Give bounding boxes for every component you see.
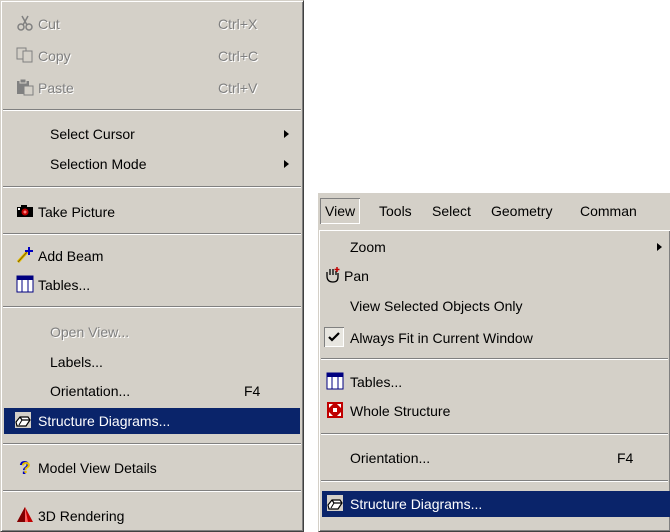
- whole-structure-label: Whole Structure: [350, 403, 451, 419]
- scissors-icon: [17, 15, 33, 31]
- select-cursor-menu-item[interactable]: Select Cursor: [4, 121, 300, 147]
- always-fit-menu-item[interactable]: Always Fit in Current Window: [322, 325, 667, 351]
- tables-view-menu-item[interactable]: Tables...: [322, 369, 667, 395]
- view-selected-only-menu-item[interactable]: View Selected Objects Only: [322, 293, 667, 319]
- labels-menu-item[interactable]: Labels...: [4, 349, 300, 375]
- pan-label: Pan: [344, 268, 369, 284]
- separator: [321, 480, 668, 482]
- orientation-view-menu-item[interactable]: Orientation... F4: [322, 445, 667, 471]
- separator: [3, 490, 301, 492]
- structure-diagram-icon: [15, 412, 31, 428]
- add-beam-menu-item[interactable]: Add Beam: [4, 243, 300, 269]
- separator: [3, 306, 301, 308]
- separator: [3, 443, 301, 445]
- submenu-arrow-icon: [284, 160, 289, 168]
- submenu-arrow-icon: [657, 243, 662, 251]
- menubar-geometry[interactable]: Geometry: [486, 198, 557, 224]
- camera-icon: [17, 205, 33, 217]
- view-selected-only-label: View Selected Objects Only: [350, 298, 523, 314]
- pan-hand-icon: [326, 267, 340, 283]
- structure-diagrams-view-menu-item[interactable]: Structure Diagrams...: [322, 491, 670, 517]
- orientation-shortcut: F4: [244, 383, 261, 399]
- menubar-select[interactable]: Select: [427, 198, 476, 224]
- open-view-menu-item: Open View...: [4, 319, 300, 345]
- help-icon: ? ?: [19, 458, 31, 476]
- tables-menu-item[interactable]: Tables...: [4, 272, 300, 298]
- orientation-view-label: Orientation...: [350, 450, 431, 466]
- cone-icon: [17, 507, 33, 522]
- orientation-view-shortcut: F4: [617, 450, 634, 466]
- copy-icon: [16, 47, 33, 63]
- table-icon: [16, 275, 34, 293]
- selection-mode-label: Selection Mode: [50, 156, 147, 172]
- always-fit-label: Always Fit in Current Window: [350, 330, 533, 346]
- selection-mode-menu-item[interactable]: Selection Mode: [4, 151, 300, 177]
- open-view-label: Open View...: [50, 324, 130, 340]
- zoom-label: Zoom: [350, 239, 386, 255]
- whole-structure-icon: [327, 402, 343, 418]
- model-view-details-label: Model View Details: [38, 460, 157, 476]
- copy-menu-item: Copy Ctrl+C: [4, 43, 300, 69]
- paste-shortcut: Ctrl+V: [218, 80, 258, 96]
- svg-text:?: ?: [21, 460, 31, 476]
- add-beam-label: Add Beam: [38, 248, 104, 264]
- add-beam-icon: [16, 247, 33, 264]
- checkmark-icon: [324, 327, 344, 347]
- labels-label: Labels...: [50, 354, 103, 370]
- submenu-arrow-icon: [284, 130, 289, 138]
- separator: [3, 186, 301, 188]
- paste-label: Paste: [38, 80, 74, 96]
- separator: [3, 109, 301, 111]
- paste-icon: [17, 78, 34, 96]
- tables-label: Tables...: [38, 277, 91, 293]
- separator: [3, 233, 301, 235]
- zoom-menu-item[interactable]: Zoom: [322, 234, 667, 260]
- context-menu: Cut Ctrl+X Copy Ctrl+C Paste Ctrl+V Sele…: [0, 0, 304, 532]
- cut-shortcut: Ctrl+X: [218, 16, 258, 32]
- whole-structure-menu-item[interactable]: Whole Structure: [322, 398, 667, 424]
- menu-bar: View Tools Select Geometry Comman: [318, 193, 670, 229]
- structure-diagrams-menu-item[interactable]: Structure Diagrams...: [4, 408, 300, 434]
- select-cursor-label: Select Cursor: [50, 126, 135, 142]
- separator: [321, 433, 668, 435]
- structure-diagrams-label: Structure Diagrams...: [38, 413, 171, 429]
- orientation-menu-item[interactable]: Orientation... F4: [4, 378, 300, 404]
- paste-menu-item: Paste Ctrl+V: [4, 75, 300, 101]
- menubar-view[interactable]: View: [320, 198, 360, 224]
- cut-label: Cut: [38, 16, 60, 32]
- take-picture-menu-item[interactable]: Take Picture: [4, 199, 300, 225]
- orientation-label: Orientation...: [50, 383, 131, 399]
- copy-shortcut: Ctrl+C: [218, 48, 259, 64]
- structure-diagram-icon: [327, 495, 343, 511]
- 3d-rendering-menu-item[interactable]: 3D Rendering: [4, 503, 300, 529]
- view-menu: Zoom Pan View Selected Objects Only Alwa…: [318, 229, 670, 532]
- pan-menu-item[interactable]: Pan: [322, 263, 667, 289]
- take-picture-label: Take Picture: [38, 204, 116, 220]
- table-icon: [326, 372, 344, 390]
- copy-label: Copy: [38, 48, 71, 64]
- structure-diagrams-view-label: Structure Diagrams...: [350, 496, 483, 512]
- cut-menu-item: Cut Ctrl+X: [4, 11, 300, 37]
- menubar-commands[interactable]: Comman: [575, 198, 642, 224]
- separator: [321, 358, 668, 360]
- model-view-details-menu-item[interactable]: ? ? Model View Details: [4, 455, 300, 481]
- tables-view-label: Tables...: [350, 374, 403, 390]
- menubar-tools[interactable]: Tools: [374, 198, 417, 224]
- 3d-rendering-label: 3D Rendering: [38, 508, 125, 524]
